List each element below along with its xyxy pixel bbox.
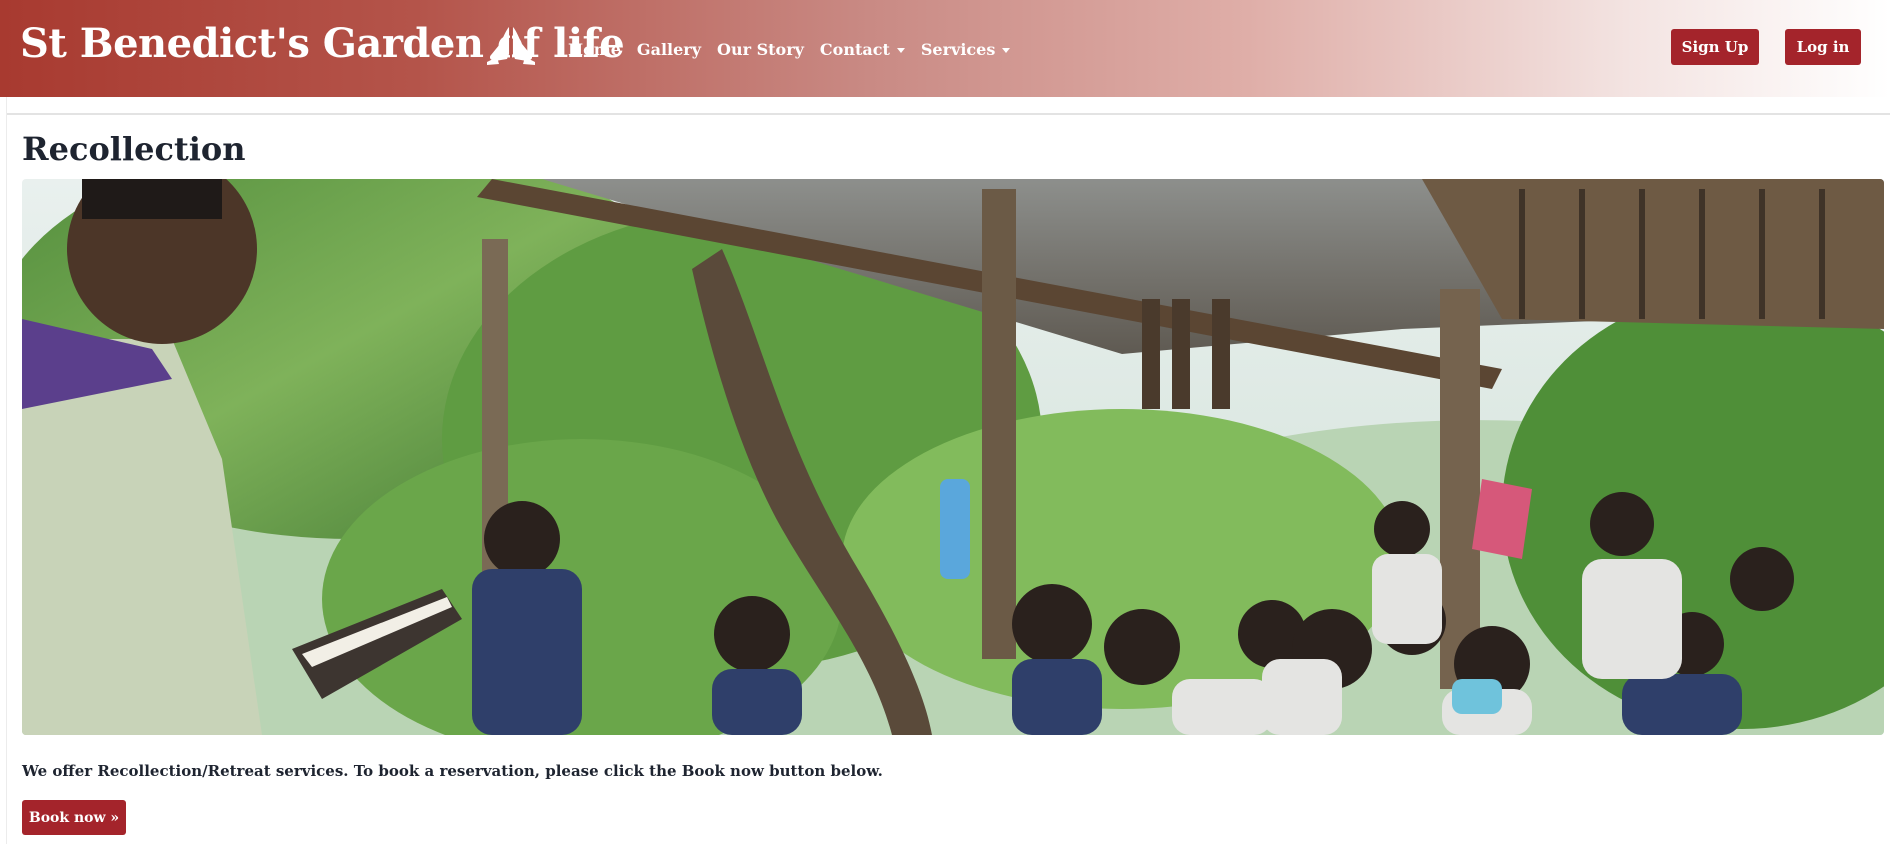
book-now-button[interactable]: Book now » — [22, 800, 126, 835]
log-in-button[interactable]: Log in — [1785, 29, 1861, 65]
nav-home[interactable]: Home — [568, 37, 621, 61]
nav-contact-label: Contact — [819, 39, 890, 59]
praying-hands-icon — [487, 27, 535, 65]
nav-gallery-label: Gallery — [636, 39, 701, 59]
header-divider — [6, 113, 1890, 115]
nav-gallery[interactable]: Gallery — [637, 37, 701, 61]
photo-illustration — [22, 179, 1884, 735]
page-title: Recollection — [22, 130, 246, 168]
caret-down-icon — [1002, 47, 1011, 53]
nav-services-label: Services — [920, 39, 996, 59]
nav-home-label: Home — [568, 39, 621, 59]
main-nav: Home Gallery Our Story Contact Services — [568, 37, 1026, 61]
nav-our-story[interactable]: Our Story — [717, 37, 804, 61]
recollection-photo — [22, 179, 1884, 735]
sign-up-button[interactable]: Sign Up — [1671, 29, 1759, 65]
nav-contact-dropdown[interactable]: Contact — [820, 37, 905, 61]
top-navbar: St Benedict's Garden of life Home Galler… — [0, 0, 1890, 97]
nav-services-dropdown[interactable]: Services — [920, 37, 1011, 61]
caret-down-icon — [896, 47, 905, 53]
service-description: We offer Recollection/Retreat services. … — [22, 762, 883, 780]
nav-our-story-label: Our Story — [717, 39, 804, 59]
content-left-border — [6, 97, 7, 844]
